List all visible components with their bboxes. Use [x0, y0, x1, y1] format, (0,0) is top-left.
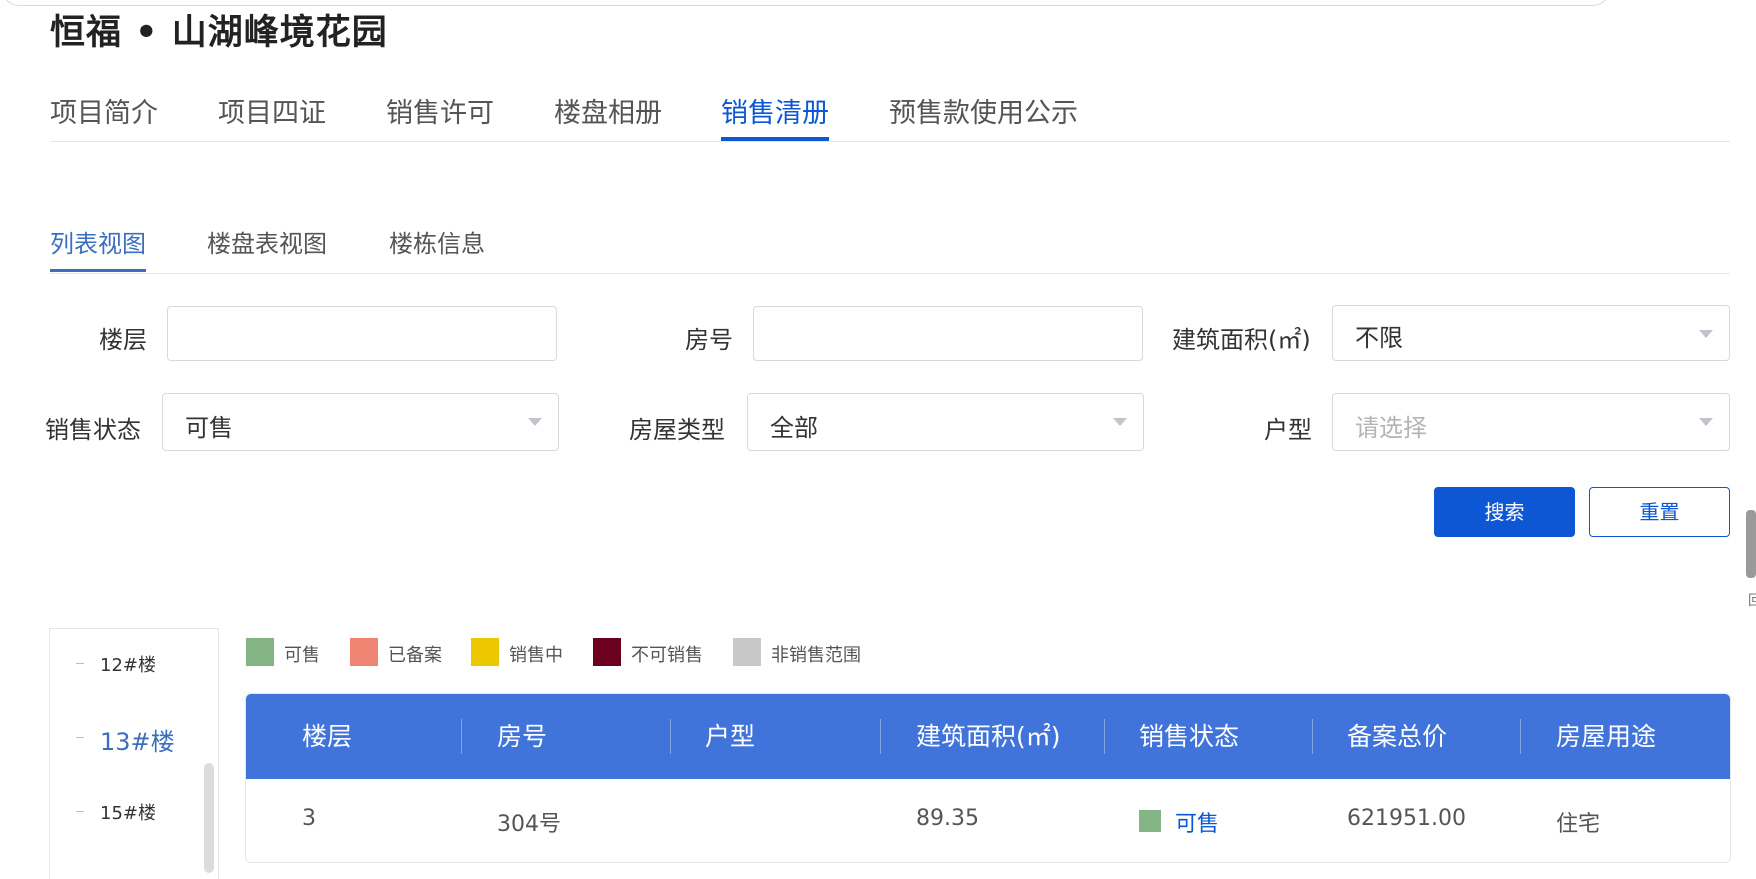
chevron-down-icon	[1699, 330, 1713, 338]
cell-floor: 3	[302, 806, 316, 831]
legend-swatch	[350, 638, 378, 666]
column-header-layout: 户型	[705, 722, 756, 751]
legend-label: 不可销售	[631, 645, 703, 666]
column-header-price: 备案总价	[1347, 722, 1448, 751]
column-divider	[1312, 719, 1313, 754]
legend-swatch	[471, 638, 499, 666]
floor-label: 楼层	[99, 326, 147, 354]
tab-sales-permit[interactable]: 销售许可	[386, 91, 494, 130]
layout-label: 户型	[1264, 416, 1312, 444]
cell-room: 304号	[497, 812, 561, 837]
tab-project-certificates[interactable]: 项目四证	[218, 91, 326, 130]
column-divider	[461, 719, 462, 754]
sale-status-select-value: 可售	[185, 414, 233, 442]
legend-label: 已备案	[388, 645, 442, 666]
cell-area: 89.35	[916, 806, 979, 831]
tab-project-intro[interactable]: 项目简介	[50, 91, 158, 130]
sale-status-select[interactable]: 可售	[162, 393, 559, 451]
tree-connector	[76, 811, 84, 812]
layout-select-placeholder: 请选择	[1355, 414, 1427, 442]
legend-label: 可售	[284, 645, 320, 666]
tree-item-building-12[interactable]: 12#楼	[100, 651, 156, 677]
building-tree: 12#楼 13#楼 15#楼	[49, 628, 219, 879]
table-header: 楼层 房号 户型 建筑面积(㎡) 销售状态 备案总价 房屋用途	[246, 694, 1730, 779]
area-select-value: 不限	[1355, 324, 1403, 352]
area-select[interactable]: 不限	[1332, 305, 1730, 361]
view-tabs: 列表视图 楼盘表视图 楼栋信息	[50, 224, 1730, 274]
cell-price: 621951.00	[1347, 806, 1466, 831]
legend-swatch	[593, 638, 621, 666]
area-label: 建筑面积(㎡)	[1172, 326, 1311, 354]
room-no-input[interactable]	[753, 306, 1143, 361]
floor-input[interactable]	[167, 306, 557, 361]
legend-label: 销售中	[509, 645, 563, 666]
cell-status-link[interactable]: 可售	[1175, 806, 1219, 838]
column-divider	[1520, 719, 1521, 754]
tab-presale-funds[interactable]: 预售款使用公示	[889, 91, 1078, 130]
sales-table: 楼层 房号 户型 建筑面积(㎡) 销售状态 备案总价 房屋用途 3 304号 8…	[245, 693, 1731, 863]
room-no-label: 房号	[685, 326, 733, 354]
main-tabs: 项目简介 项目四证 销售许可 楼盘相册 销售清册 预售款使用公示	[50, 88, 1730, 142]
legend-swatch	[733, 638, 761, 666]
column-header-floor: 楼层	[302, 722, 353, 751]
tree-item-building-13[interactable]: 13#楼	[100, 722, 175, 757]
tab-floorplan-view[interactable]: 楼盘表视图	[207, 224, 327, 259]
legend-swatch	[246, 638, 274, 666]
legend-label: 非销售范围	[771, 645, 861, 666]
tab-list-view[interactable]: 列表视图	[50, 224, 146, 272]
tab-sales-list[interactable]: 销售清册	[721, 91, 829, 141]
page-scrollbar-thumb[interactable]	[1746, 510, 1756, 578]
sale-status-label: 销售状态	[45, 416, 141, 444]
tree-connector	[76, 737, 84, 738]
tree-connector	[76, 663, 84, 664]
column-divider	[1104, 719, 1105, 754]
column-divider	[670, 719, 671, 754]
chevron-down-icon	[1699, 418, 1713, 426]
search-button[interactable]: 搜索	[1434, 487, 1575, 537]
edge-text: 回	[1748, 593, 1756, 609]
cell-usage: 住宅	[1556, 812, 1601, 837]
column-header-usage: 房屋用途	[1556, 722, 1657, 751]
chevron-down-icon	[528, 418, 542, 426]
tree-scrollbar[interactable]	[204, 763, 214, 873]
tab-photo-album[interactable]: 楼盘相册	[554, 91, 662, 130]
chevron-down-icon	[1113, 418, 1127, 426]
house-type-label: 房屋类型	[629, 416, 725, 444]
tab-building-info[interactable]: 楼栋信息	[389, 224, 485, 259]
status-swatch	[1139, 810, 1161, 832]
house-type-select-value: 全部	[770, 414, 818, 442]
column-header-room: 房号	[497, 722, 548, 751]
page-title: 恒福 • 山湖峰境花园	[50, 13, 388, 53]
column-divider	[880, 719, 881, 754]
column-header-area: 建筑面积(㎡)	[916, 722, 1061, 751]
column-header-status: 销售状态	[1139, 722, 1240, 751]
layout-select[interactable]: 请选择	[1332, 393, 1730, 451]
reset-button[interactable]: 重置	[1589, 487, 1730, 537]
house-type-select[interactable]: 全部	[747, 393, 1144, 451]
tree-item-building-15[interactable]: 15#楼	[100, 799, 156, 825]
